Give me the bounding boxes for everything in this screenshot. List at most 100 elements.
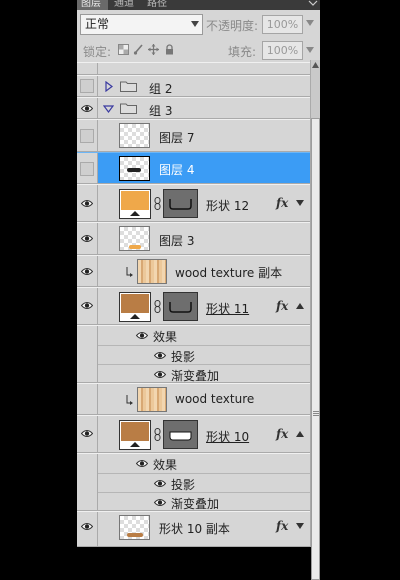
visibility-cell[interactable]	[77, 63, 98, 74]
eye-icon[interactable]	[154, 351, 166, 360]
fill-dropdown-icon[interactable]	[306, 47, 314, 53]
effect-name: 渐变叠加	[171, 369, 220, 383]
effects-row[interactable]: 效果	[98, 326, 320, 346]
eye-icon[interactable]	[81, 429, 93, 438]
layer-thumbnail[interactable]	[119, 515, 150, 540]
link-icon[interactable]	[154, 428, 161, 441]
eye-icon[interactable]	[81, 301, 93, 310]
lock-transparency-icon[interactable]	[118, 44, 129, 55]
layers-panel: 图层 通道 路径 正常 不透明度: 100% 锁定: 填充: 100% 组 2 …	[77, 0, 320, 547]
wood-texture-thumbnail[interactable]	[137, 259, 167, 284]
tab-layers[interactable]: 图层	[77, 0, 108, 10]
fx-icon[interactable]: fx	[276, 427, 288, 441]
fill-label: 填充:	[228, 45, 257, 59]
opacity-input[interactable]: 100%	[262, 15, 303, 34]
tab-paths[interactable]: 路径	[143, 0, 174, 10]
layer-row-shape-10-copy[interactable]: 形状 10 副本 fx	[77, 511, 320, 547]
vector-mask-thumbnail[interactable]	[163, 189, 198, 218]
layer-name: 组 3	[149, 104, 173, 118]
layer-name: 形状 11	[206, 302, 250, 316]
move-icon[interactable]	[148, 44, 159, 55]
eye-icon[interactable]	[81, 234, 93, 243]
visibility-cell[interactable]	[77, 153, 98, 183]
visibility-toggle-off[interactable]	[80, 162, 94, 176]
layer-thumbnail[interactable]	[119, 123, 150, 148]
chevron-right-icon[interactable]	[105, 81, 113, 92]
wood-texture-thumbnail[interactable]	[137, 387, 167, 412]
opacity-dropdown-icon[interactable]	[306, 20, 314, 26]
fx-icon[interactable]: fx	[276, 196, 288, 210]
visibility-toggle-off[interactable]	[80, 79, 94, 93]
brush-icon[interactable]	[133, 44, 144, 55]
layers-scrollbar[interactable]	[310, 60, 320, 580]
layer-name: 图层 3	[159, 234, 195, 248]
effect-gradient-overlay-row[interactable]: 渐变叠加	[98, 493, 320, 512]
chevron-up-icon[interactable]	[296, 431, 304, 437]
visibility-cell[interactable]	[77, 326, 98, 382]
chevron-up-icon[interactable]	[296, 303, 304, 309]
fill-thumbnail[interactable]	[119, 189, 151, 219]
visibility-cell[interactable]	[77, 454, 98, 510]
effects-block-shape-11: 效果 投影 渐变叠加	[77, 325, 320, 383]
visibility-cell[interactable]	[77, 98, 98, 118]
lock-icon[interactable]	[164, 44, 175, 55]
visibility-toggle-off[interactable]	[80, 129, 94, 143]
eye-icon[interactable]	[81, 104, 93, 113]
eye-icon[interactable]	[81, 522, 93, 531]
fx-icon[interactable]: fx	[276, 299, 288, 313]
effect-name: 投影	[171, 350, 196, 364]
tab-channels[interactable]: 通道	[110, 0, 141, 10]
chevron-down-icon[interactable]	[296, 200, 304, 206]
layer-row-layer-4[interactable]: 图层 4	[77, 152, 320, 184]
layer-name: wood texture	[175, 392, 255, 406]
visibility-cell[interactable]	[77, 384, 98, 414]
layer-row-group-2[interactable]: 组 2	[77, 75, 320, 97]
layer-row-layer-3[interactable]: 图层 3	[77, 222, 320, 255]
layer-row-partial[interactable]	[77, 62, 320, 75]
blend-row: 正常 不透明度: 100%	[77, 10, 320, 41]
eye-icon[interactable]	[81, 199, 93, 208]
fx-icon[interactable]: fx	[276, 519, 288, 533]
layer-thumbnail[interactable]	[119, 156, 150, 181]
visibility-cell[interactable]	[77, 512, 98, 546]
eye-icon[interactable]	[154, 479, 166, 488]
visibility-cell[interactable]	[77, 76, 98, 96]
layer-row-shape-11[interactable]: 形状 11 fx	[77, 287, 320, 325]
vector-mask-thumbnail[interactable]	[163, 420, 198, 449]
layer-row-group-3[interactable]: 组 3	[77, 97, 320, 119]
fill-thumbnail[interactable]	[119, 292, 151, 322]
eye-icon[interactable]	[136, 331, 148, 340]
effect-drop-shadow-row[interactable]: 投影	[98, 474, 320, 493]
layer-row-wood-texture-copy[interactable]: wood texture 副本	[77, 255, 320, 287]
fill-input[interactable]: 100%	[262, 41, 303, 60]
eye-icon[interactable]	[136, 459, 148, 468]
menu-icon[interactable]	[307, 0, 319, 10]
eye-icon[interactable]	[81, 267, 93, 276]
eye-icon[interactable]	[154, 370, 166, 379]
effect-gradient-overlay-row[interactable]: 渐变叠加	[98, 365, 320, 384]
blend-mode-select[interactable]: 正常	[80, 14, 203, 35]
effects-label: 效果	[153, 330, 178, 344]
layer-row-wood-texture[interactable]: wood texture	[77, 383, 320, 415]
layer-row-layer-7[interactable]: 图层 7	[77, 119, 320, 152]
link-icon[interactable]	[154, 197, 161, 210]
layer-thumbnail[interactable]	[119, 226, 150, 251]
chevron-down-icon[interactable]	[296, 523, 304, 529]
fill-thumbnail[interactable]	[119, 420, 151, 450]
visibility-cell[interactable]	[77, 256, 98, 286]
visibility-cell[interactable]	[77, 288, 98, 324]
layer-row-shape-10[interactable]: 形状 10 fx	[77, 415, 320, 453]
chevron-down-icon[interactable]	[103, 105, 114, 113]
visibility-cell[interactable]	[77, 185, 98, 221]
link-icon[interactable]	[154, 300, 161, 313]
visibility-cell[interactable]	[77, 120, 98, 151]
layer-row-shape-12[interactable]: 形状 12 fx	[77, 184, 320, 222]
visibility-cell[interactable]	[77, 223, 98, 254]
visibility-cell[interactable]	[77, 416, 98, 452]
eye-icon[interactable]	[154, 498, 166, 507]
vector-mask-thumbnail[interactable]	[163, 292, 198, 321]
scroll-up-icon[interactable]	[312, 62, 319, 68]
effects-row[interactable]: 效果	[98, 454, 320, 474]
scrollbar-thumb[interactable]	[311, 118, 320, 580]
effect-drop-shadow-row[interactable]: 投影	[98, 346, 320, 365]
